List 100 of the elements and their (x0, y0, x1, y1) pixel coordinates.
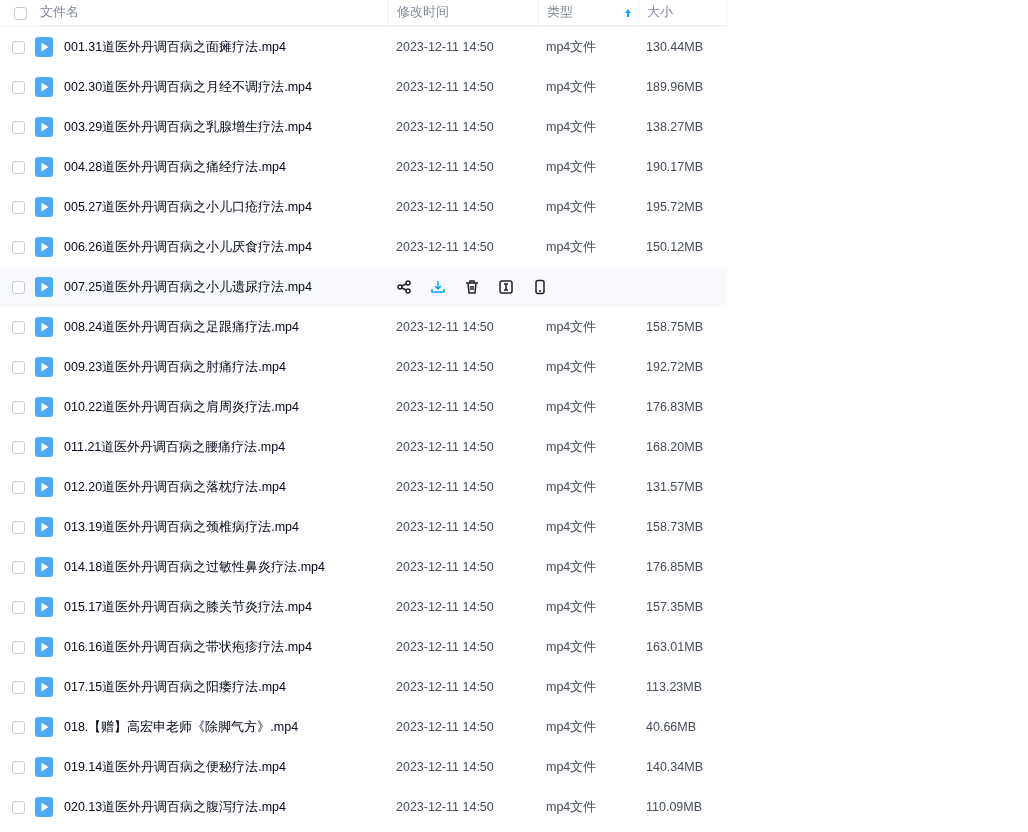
file-type: mp4文件 (546, 799, 597, 814)
checkbox[interactable] (11, 760, 25, 774)
checkbox[interactable] (11, 680, 25, 694)
file-type: mp4文件 (546, 639, 597, 654)
checkbox[interactable] (11, 400, 25, 414)
file-size: 195.72MB (646, 199, 703, 214)
file-size: 176.83MB (646, 399, 703, 414)
file-size: 113.23MB (646, 679, 703, 694)
column-header[interactable]: 类型 (547, 3, 573, 22)
file-name[interactable]: 020.13道医外丹调百病之腹泻疗法.mp4 (64, 797, 287, 817)
video-file-icon (35, 717, 53, 737)
sort-arrow-icon[interactable] (624, 7, 632, 18)
modified-time: 2023-12-11 14:50 (396, 559, 494, 574)
column-header[interactable]: 修改时间 (397, 3, 449, 22)
checkbox[interactable] (11, 440, 25, 454)
file-size: 158.75MB (646, 319, 703, 334)
file-name[interactable]: 009.23道医外丹调百病之肘痛疗法.mp4 (64, 357, 287, 377)
modified-time: 2023-12-11 14:50 (396, 639, 494, 654)
file-size: 192.72MB (646, 359, 703, 374)
file-type: mp4文件 (546, 439, 597, 454)
checkbox[interactable] (11, 480, 25, 494)
column-header[interactable]: 大小 (647, 3, 673, 22)
checkbox[interactable] (14, 6, 27, 20)
trash-icon[interactable] (464, 279, 480, 295)
modified-time: 2023-12-11 14:50 (396, 159, 494, 174)
share-icon[interactable] (396, 279, 412, 295)
file-size: 150.12MB (646, 239, 703, 254)
checkbox[interactable] (11, 160, 25, 174)
file-type: mp4文件 (546, 399, 597, 414)
video-file-icon (35, 797, 53, 817)
file-type: mp4文件 (546, 359, 597, 374)
file-size: 168.20MB (646, 439, 703, 454)
phone-icon[interactable] (532, 279, 548, 295)
video-file-icon (35, 397, 53, 417)
checkbox[interactable] (11, 800, 25, 814)
file-name[interactable]: 010.22道医外丹调百病之肩周炎疗法.mp4 (64, 397, 300, 417)
file-type: mp4文件 (546, 759, 597, 774)
file-type: mp4文件 (546, 319, 597, 334)
file-type: mp4文件 (546, 479, 597, 494)
modified-time: 2023-12-11 14:50 (396, 799, 494, 814)
video-file-icon (35, 37, 53, 57)
file-name[interactable]: 001.31道医外丹调百病之面瘫疗法.mp4 (64, 37, 287, 57)
checkbox[interactable] (11, 520, 25, 534)
file-name[interactable]: 016.16道医外丹调百病之带状疱疹疗法.mp4 (64, 637, 313, 657)
file-row[interactable]: 007.25道医外丹调百病之小儿遗尿疗法.mp4 (0, 267, 727, 307)
file-name[interactable]: 014.18道医外丹调百病之过敏性鼻炎疗法.mp4 (64, 557, 326, 577)
modified-time: 2023-12-11 14:50 (396, 199, 494, 214)
file-name[interactable]: 004.28道医外丹调百病之痛经疗法.mp4 (64, 157, 287, 177)
modified-time: 2023-12-11 14:50 (396, 759, 494, 774)
checkbox[interactable] (11, 200, 25, 214)
rename-icon[interactable] (498, 279, 514, 295)
modified-time: 2023-12-11 14:50 (396, 239, 494, 254)
file-name[interactable]: 007.25道医外丹调百病之小儿遗尿疗法.mp4 (64, 277, 313, 297)
checkbox[interactable] (11, 320, 25, 334)
checkbox[interactable] (11, 720, 25, 734)
file-size: 40.66MB (646, 719, 697, 734)
file-name[interactable]: 018.【赠】高宏申老师《除脚气方》.mp4 (64, 717, 299, 737)
file-size: 157.35MB (646, 599, 703, 614)
modified-time: 2023-12-11 14:50 (396, 519, 494, 534)
modified-time: 2023-12-11 14:50 (396, 599, 494, 614)
file-name[interactable]: 002.30道医外丹调百病之月经不调疗法.mp4 (64, 77, 313, 97)
checkbox[interactable] (11, 560, 25, 574)
video-file-icon (35, 237, 53, 257)
modified-time: 2023-12-11 14:50 (396, 319, 494, 334)
video-file-icon (35, 637, 53, 657)
checkbox[interactable] (11, 120, 25, 134)
file-name[interactable]: 013.19道医外丹调百病之颈椎病疗法.mp4 (64, 517, 300, 537)
file-name[interactable]: 019.14道医外丹调百病之便秘疗法.mp4 (64, 757, 287, 777)
checkbox[interactable] (11, 240, 25, 254)
modified-time: 2023-12-11 14:50 (396, 79, 494, 94)
video-file-icon (35, 157, 53, 177)
checkbox[interactable] (11, 40, 25, 54)
file-name[interactable]: 017.15道医外丹调百病之阳痿疗法.mp4 (64, 677, 287, 697)
checkbox[interactable] (11, 80, 25, 94)
file-size: 110.09MB (646, 799, 703, 814)
file-type: mp4文件 (546, 679, 597, 694)
file-name[interactable]: 012.20道医外丹调百病之落枕疗法.mp4 (64, 477, 287, 497)
video-file-icon (35, 677, 53, 697)
video-file-icon (35, 197, 53, 217)
modified-time: 2023-12-11 14:50 (396, 719, 494, 734)
video-file-icon (35, 277, 53, 297)
checkbox[interactable] (11, 360, 25, 374)
file-name[interactable]: 005.27道医外丹调百病之小儿口疮疗法.mp4 (64, 197, 313, 217)
column-header[interactable]: 文件名 (40, 3, 79, 22)
checkbox[interactable] (11, 640, 25, 654)
checkbox[interactable] (11, 600, 25, 614)
file-type: mp4文件 (546, 239, 597, 254)
download-icon[interactable] (430, 279, 446, 295)
checkbox[interactable] (11, 280, 25, 294)
file-type: mp4文件 (546, 119, 597, 134)
file-name[interactable]: 003.29道医外丹调百病之乳腺增生疗法.mp4 (64, 117, 313, 137)
video-file-icon (35, 437, 53, 457)
video-file-icon (35, 317, 53, 337)
file-name[interactable]: 006.26道医外丹调百病之小儿厌食疗法.mp4 (64, 237, 313, 257)
file-name[interactable]: 011.21道医外丹调百病之腰痛疗法.mp4 (64, 437, 286, 457)
file-size: 138.27MB (646, 119, 703, 134)
file-name[interactable]: 015.17道医外丹调百病之膝关节炎疗法.mp4 (64, 597, 313, 617)
file-type: mp4文件 (546, 599, 597, 614)
modified-time: 2023-12-11 14:50 (396, 399, 494, 414)
file-name[interactable]: 008.24道医外丹调百病之足跟痛疗法.mp4 (64, 317, 300, 337)
